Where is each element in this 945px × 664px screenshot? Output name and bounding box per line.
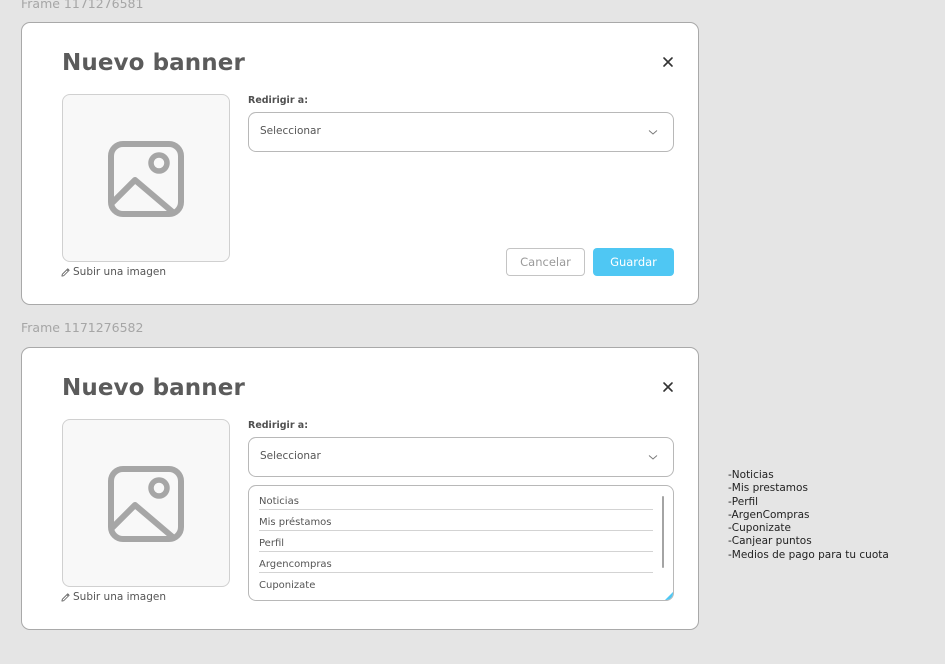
select-value: Seleccionar bbox=[260, 125, 321, 137]
image-upload-area[interactable] bbox=[62, 419, 230, 587]
pencil-icon bbox=[61, 267, 70, 277]
new-banner-modal-dropdown-open: Nuevo banner Subir una imagen Redirigir … bbox=[21, 347, 699, 630]
redirect-select[interactable]: Seleccionar bbox=[248, 437, 674, 477]
dropdown-option[interactable]: Mis préstamos bbox=[259, 510, 653, 531]
upload-image-link[interactable]: Subir una imagen bbox=[61, 266, 166, 278]
image-placeholder-icon bbox=[108, 466, 184, 542]
dropdown-scrollbar[interactable] bbox=[662, 496, 664, 568]
modal-title: Nuevo banner bbox=[62, 50, 245, 76]
note-item: -Perfil bbox=[728, 495, 759, 508]
close-button[interactable] bbox=[660, 54, 676, 70]
note-item: -Noticias bbox=[728, 469, 774, 481]
close-button[interactable] bbox=[660, 379, 676, 395]
image-upload-area[interactable] bbox=[62, 94, 230, 262]
modal-title: Nuevo banner bbox=[62, 375, 245, 401]
chevron-down-icon bbox=[648, 130, 658, 135]
upload-image-link[interactable]: Subir una imagen bbox=[61, 591, 166, 603]
save-button[interactable]: Guardar bbox=[593, 248, 674, 276]
resize-handle-icon[interactable] bbox=[665, 592, 673, 600]
redirect-label: Redirigir a: bbox=[248, 95, 309, 106]
upload-image-label: Subir una imagen bbox=[73, 266, 166, 278]
close-icon bbox=[663, 57, 673, 67]
dropdown-option[interactable]: Perfil bbox=[259, 531, 653, 552]
redirect-dropdown-list: Noticias Mis préstamos Perfil Argencompr… bbox=[248, 485, 674, 601]
dropdown-option[interactable]: Noticias bbox=[259, 489, 653, 510]
select-value: Seleccionar bbox=[260, 450, 321, 462]
note-item: -Canjear puntos bbox=[728, 535, 812, 548]
chevron-down-icon bbox=[648, 455, 658, 460]
frame-label: Frame 1171276582 bbox=[21, 320, 144, 335]
upload-image-label: Subir una imagen bbox=[73, 591, 166, 603]
cancel-button[interactable]: Cancelar bbox=[506, 248, 585, 276]
notes-list: -Noticias -Mis prestamos -Perfil -ArgenC… bbox=[728, 469, 889, 562]
note-item: -Medios de pago para tu cuota bbox=[728, 548, 889, 561]
new-banner-modal: Nuevo banner Subir una imagen Redirigir … bbox=[21, 22, 699, 305]
note-item: -Mis prestamos bbox=[728, 482, 808, 495]
dropdown-option[interactable]: Argencompras bbox=[259, 552, 653, 573]
redirect-select[interactable]: Seleccionar bbox=[248, 112, 674, 152]
dropdown-option[interactable]: Cuponizate bbox=[259, 573, 653, 594]
note-item: -Cuponizate bbox=[728, 522, 791, 535]
redirect-label: Redirigir a: bbox=[248, 420, 309, 431]
close-icon bbox=[663, 382, 673, 392]
frame-label: Frame 1171276581 bbox=[21, 0, 144, 11]
note-item: -ArgenCompras bbox=[728, 508, 810, 521]
pencil-icon bbox=[61, 592, 70, 602]
image-placeholder-icon bbox=[108, 141, 184, 217]
